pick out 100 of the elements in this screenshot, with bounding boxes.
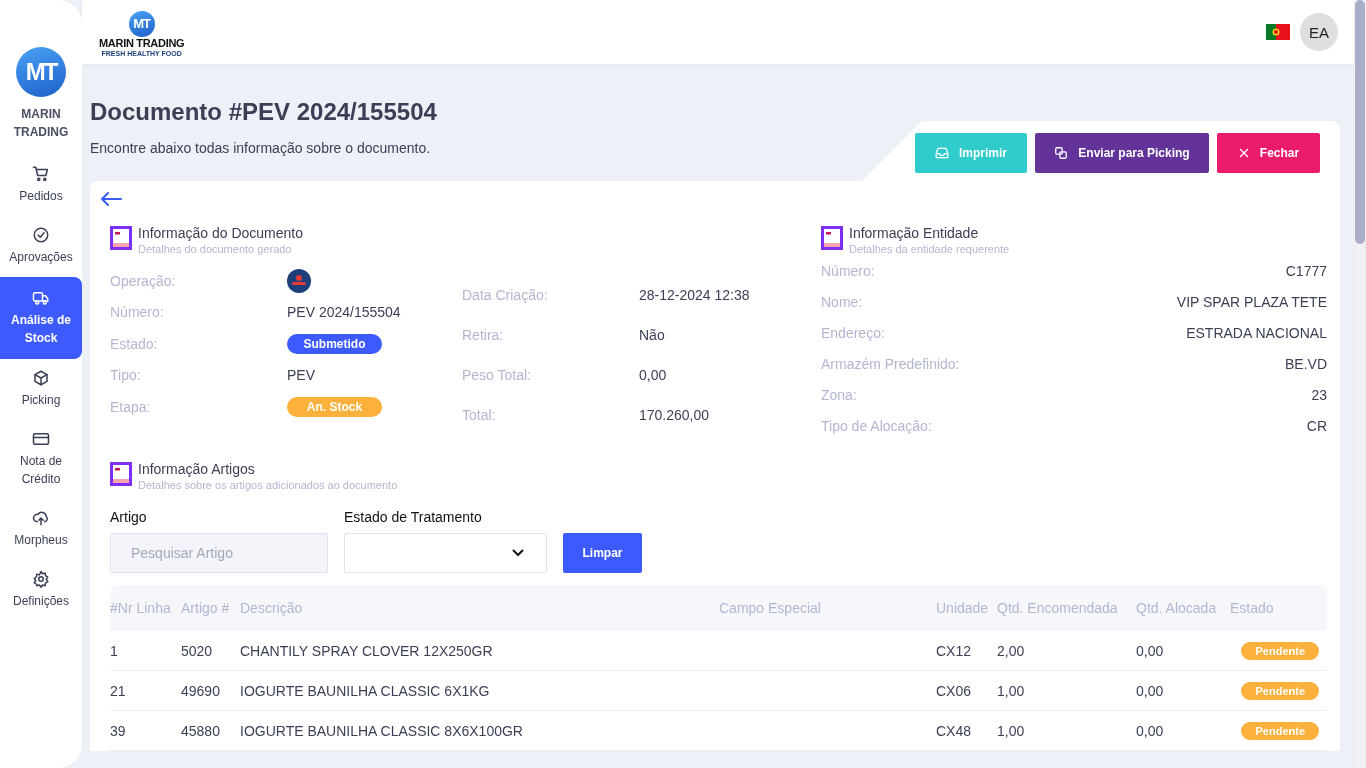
field-label: Data Criação: (462, 287, 549, 303)
table-cell-text: CHANTILY SPRAY CLOVER 12X250GR (240, 642, 494, 659)
operation-logo-icon (287, 268, 311, 293)
status-badge: Pendente (1241, 681, 1319, 700)
sidebar-item[interactable]: Pedidos (0, 155, 82, 216)
field-label: Estado: (110, 335, 159, 352)
field-label: Retira: (462, 327, 505, 343)
column-header: Unidade (936, 600, 990, 616)
table-cell-text: 21 (110, 682, 127, 699)
field-value: PEV (287, 367, 315, 384)
table-cell-text: 1,00 (997, 682, 1026, 699)
close-button[interactable]: Fechar (1217, 133, 1320, 173)
field-value: 23 (1311, 386, 1327, 403)
page-title: Documento #PEV 2024/155504 (90, 98, 437, 126)
field-label: Etapa: (110, 398, 152, 415)
column-header: Estado (1230, 600, 1275, 616)
field-label: Zona: (821, 386, 857, 403)
sidebar-item[interactable]: Definições (0, 560, 82, 621)
column-header: Descrição (240, 600, 304, 616)
table-cell-text: 1 (110, 642, 119, 659)
status-badge: Pendente (1241, 721, 1319, 740)
column-header: Campo Especial (719, 600, 822, 616)
field-label: Operação: (110, 272, 177, 289)
table-cell-text: CX06 (936, 682, 973, 699)
field-value: 28-12-2024 12:38 (639, 287, 750, 303)
column-header: Qtd. Alocada (1136, 600, 1218, 616)
table-cell-text: 39 (110, 722, 127, 739)
table-cell-text: CX48 (936, 722, 973, 739)
section-title: Informação Artigos (138, 461, 256, 477)
table-cell-text: IOGURTE BAUNILHA CLASSIC 8X6X100GR (240, 722, 524, 739)
section-title: Informação do Documento (138, 225, 303, 241)
field-label: Número: (821, 262, 875, 279)
table-cell-text: 1,00 (997, 722, 1026, 739)
sidebar-item[interactable]: Morpheus (0, 499, 82, 560)
field-label: Total: (462, 407, 497, 423)
table-cell-text: 0,00 (1136, 642, 1165, 659)
document-icon (110, 462, 132, 486)
status-badge: Submetido (287, 333, 382, 354)
table-cell-text: CX12 (936, 642, 973, 659)
field-value: VIP SPAR PLAZA TETE (1176, 293, 1327, 310)
section-subtitle: Detalhes sobre os artigos adicionados ao documento (138, 479, 398, 491)
clear-button[interactable]: Limpar (563, 533, 642, 573)
card-icon (32, 430, 50, 448)
chevron-down-icon (512, 549, 524, 557)
table-cell-text: 2,00 (997, 642, 1026, 659)
check-circle-icon (32, 226, 50, 244)
field-value: CR (1306, 417, 1327, 434)
cart-icon (32, 165, 50, 183)
page-subtitle: Encontre abaixo todas informação sobre o documento. (90, 140, 432, 156)
column-header: Qtd. Encomendada (997, 600, 1119, 616)
sidebar-item[interactable]: Nota de Crédito (0, 420, 82, 499)
field-label: Número: (110, 304, 165, 321)
field-label: Tipo de Alocação: (821, 417, 932, 434)
field-label: Armazém Predefinido: (821, 355, 960, 372)
sidebar-item[interactable]: Aprovações (0, 216, 82, 277)
field-value: C1777 (1285, 262, 1327, 279)
copy-icon (1054, 146, 1069, 160)
filter-label: Estado de Tratamento (344, 509, 483, 525)
document-icon (110, 226, 132, 250)
table-cell-text: 0,00 (1136, 722, 1165, 739)
cloud-upload-icon (32, 509, 50, 527)
logo: MT (16, 47, 66, 97)
table-cell-text: 49690 (181, 682, 221, 699)
field-label: Nome: (821, 293, 863, 310)
field-label: Peso Total: (462, 367, 532, 383)
sidebar-item[interactable]: Análise de Stock (0, 277, 82, 359)
sidebar-item[interactable]: Picking (0, 359, 82, 420)
section-subtitle: Detalhes da entidade requerente (849, 243, 1010, 255)
section-title: Informação Entidade (849, 225, 980, 241)
flag-icon[interactable] (1266, 24, 1290, 40)
filter-label: Artigo (110, 509, 148, 525)
field-value: PEV 2024/155504 (287, 304, 401, 321)
field-value: 0,00 (639, 367, 667, 383)
inbox-icon (935, 146, 949, 160)
document-icon (821, 226, 843, 250)
field-value: BE.VD (1285, 355, 1327, 372)
field-value: Não (639, 327, 665, 343)
close-icon (1237, 147, 1250, 159)
logo-name: MARIN TRADING (99, 36, 185, 50)
back-arrow-icon[interactable] (100, 191, 122, 207)
settings-icon (32, 570, 50, 588)
field-value: 170.260,00 (639, 407, 710, 423)
logo: MT (128, 10, 155, 37)
search-field[interactable]: Pesquisar Artigo (110, 533, 328, 573)
field-value: ESTRADA NACIONAL (1186, 324, 1327, 341)
send-picking-button[interactable]: Enviar para Picking (1035, 133, 1209, 173)
table-cell-text: IOGURTE BAUNILHA CLASSIC 6X1KG (240, 682, 491, 699)
table-cell-text: 0,00 (1136, 682, 1165, 699)
field-label: Endereço: (821, 324, 885, 341)
user-avatar[interactable]: EA (1300, 13, 1338, 51)
column-header: Artigo # (181, 600, 231, 616)
field-label: Tipo: (110, 367, 142, 384)
status-badge: An. Stock (287, 396, 382, 417)
brand-name: MARIN TRADING (12, 106, 70, 141)
truck-icon (32, 289, 50, 307)
table-cell-text: 5020 (181, 642, 214, 659)
section-subtitle: Detalhes do documento gerado (138, 243, 293, 255)
column-header: #Nr Linha (110, 600, 172, 616)
cube-icon (32, 369, 50, 387)
status-badge: Pendente (1241, 641, 1319, 660)
